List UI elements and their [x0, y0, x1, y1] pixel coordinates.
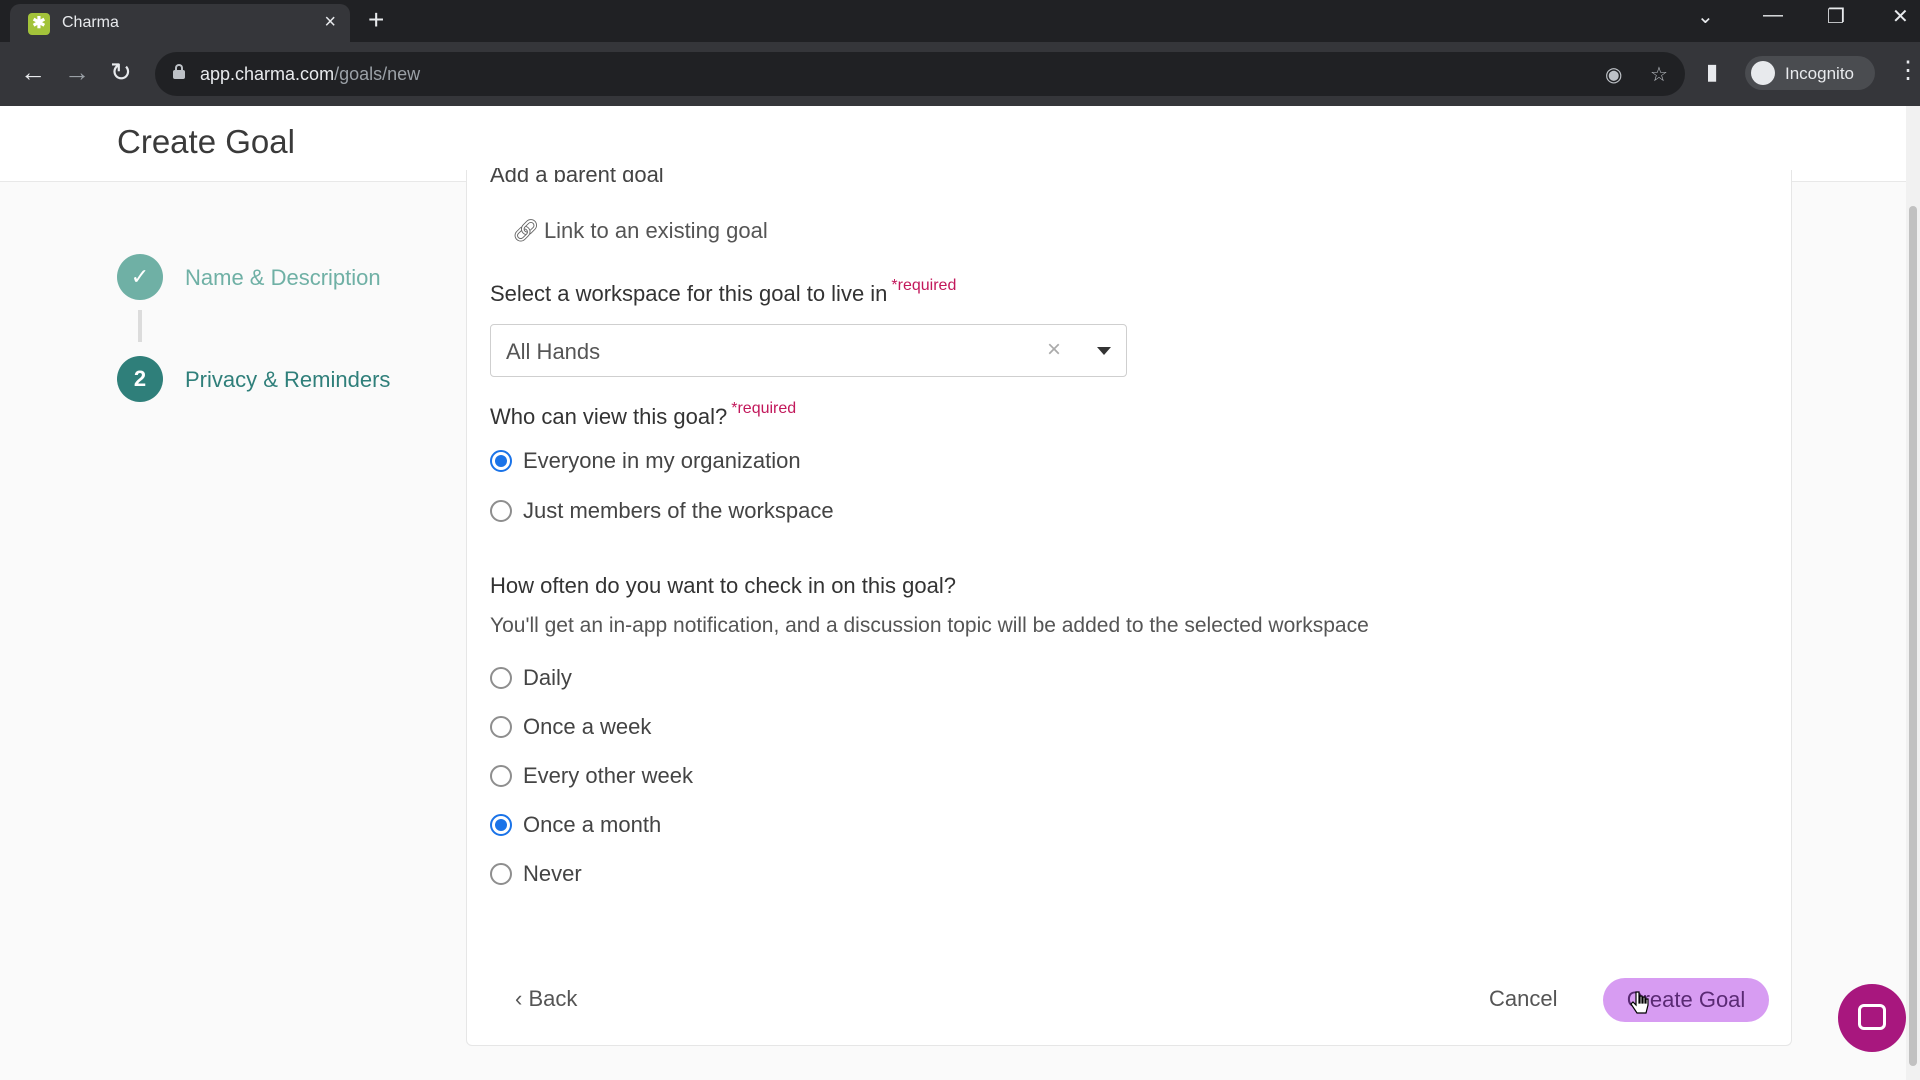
step-privacy-reminders: Privacy & Reminders — [185, 367, 391, 392]
step-number-badge: 2 — [117, 356, 163, 402]
radio-button[interactable] — [490, 450, 512, 472]
workspace-field-label: Select a workspace for this goal to live… — [490, 277, 956, 307]
link-existing-label: Link to an existing goal — [543, 218, 768, 243]
link-existing-goal-button[interactable]: 🔗︎ Link to an existing goal — [512, 218, 768, 244]
lock-icon — [173, 64, 185, 79]
step-name-description[interactable]: Name & Description — [185, 265, 381, 291]
address-bar[interactable]: app.charma.com/goals/new ◉ ☆ — [155, 52, 1685, 96]
radio-label: Once a week — [523, 714, 652, 739]
radio-label: Just members of the workspace — [523, 498, 834, 523]
back-arrow-icon[interactable]: ← — [20, 57, 46, 88]
radio-button[interactable] — [490, 814, 512, 836]
page-title: Create Goal — [117, 123, 295, 160]
cancel-button[interactable]: Cancel — [1489, 986, 1557, 1012]
url-path: /goals/new — [334, 64, 421, 84]
minimize-icon[interactable]: — — [1763, 4, 1783, 27]
workspace-select[interactable]: All Hands × — [490, 324, 1127, 377]
tab-title: Charma — [62, 14, 119, 31]
workspace-select-value: All Hands — [506, 339, 601, 364]
url-domain: app.charma.com — [200, 64, 335, 84]
required-marker: *required — [731, 400, 797, 417]
clear-selection-icon[interactable]: × — [1047, 336, 1061, 364]
bookmark-star-icon[interactable]: ☆ — [1650, 62, 1668, 87]
forward-arrow-icon[interactable]: → — [64, 57, 90, 88]
chat-icon — [1858, 1004, 1886, 1030]
side-panel-icon[interactable]: ▮ — [1706, 59, 1718, 85]
checkin-helper-text: You'll get an in-app notification, and a… — [490, 614, 1369, 637]
incognito-icon — [1751, 61, 1775, 85]
workspace-label-text: Select a workspace for this goal to live… — [490, 281, 888, 306]
new-tab-icon[interactable]: + — [368, 4, 384, 36]
radio-label: Once a month — [523, 812, 662, 837]
required-marker: *required — [891, 277, 957, 294]
scrollbar-thumb[interactable] — [1909, 206, 1917, 1066]
browser-tab[interactable]: ✱ Charma × — [10, 4, 350, 42]
visibility-label-text: Who can view this goal? — [490, 404, 728, 429]
browser-tab-bar: ✱ Charma × + ⌄ — ❐ ✕ — [0, 0, 1920, 42]
radio-button[interactable] — [490, 500, 512, 522]
page-scrollbar[interactable] — [1906, 106, 1920, 1080]
tab-close-icon[interactable]: × — [324, 11, 336, 34]
charma-favicon-icon: ✱ — [28, 13, 50, 35]
radio-label: Everyone in my organization — [523, 448, 801, 473]
dropdown-caret-icon[interactable] — [1097, 347, 1111, 355]
close-window-icon[interactable]: ✕ — [1892, 4, 1909, 29]
back-button[interactable]: ‹ Back — [515, 986, 577, 1012]
back-label: Back — [528, 986, 578, 1011]
incognito-label: Incognito — [1785, 64, 1854, 83]
reload-icon[interactable]: ↻ — [110, 57, 132, 88]
radio-button[interactable] — [490, 716, 512, 738]
radio-button[interactable] — [490, 765, 512, 787]
radio-label: Never — [523, 861, 582, 886]
create-goal-button[interactable]: Create Goal — [1603, 978, 1769, 1022]
tracking-protection-icon[interactable]: ◉ — [1605, 62, 1622, 87]
radio-button[interactable] — [490, 863, 512, 885]
tab-search-icon[interactable]: ⌄ — [1697, 4, 1714, 29]
step-connector — [138, 310, 142, 342]
link-icon: 🔗︎ — [512, 218, 540, 243]
radio-button[interactable] — [490, 667, 512, 689]
radio-label: Daily — [523, 665, 572, 690]
hand-cursor-icon — [1630, 991, 1649, 1014]
restore-icon[interactable]: ❐ — [1827, 4, 1845, 29]
visibility-field-label: Who can view this goal? *required — [490, 400, 796, 430]
url-text: app.charma.com/goals/new — [200, 64, 420, 85]
chat-launcher-button[interactable] — [1838, 984, 1906, 1052]
browser-menu-icon[interactable]: ⋮ — [1896, 56, 1920, 85]
browser-toolbar: ← → ↻ app.charma.com/goals/new ◉ ☆ ▮ Inc… — [0, 42, 1920, 106]
chevron-left-icon: ‹ — [515, 986, 529, 1011]
checkin-field-label: How often do you want to check in on thi… — [490, 573, 956, 598]
parent-goal-label: Add a parent goal — [490, 168, 664, 182]
step-completed-check-icon[interactable]: ✓ — [117, 254, 163, 300]
radio-label: Every other week — [523, 763, 693, 788]
incognito-profile[interactable]: Incognito — [1745, 56, 1875, 90]
